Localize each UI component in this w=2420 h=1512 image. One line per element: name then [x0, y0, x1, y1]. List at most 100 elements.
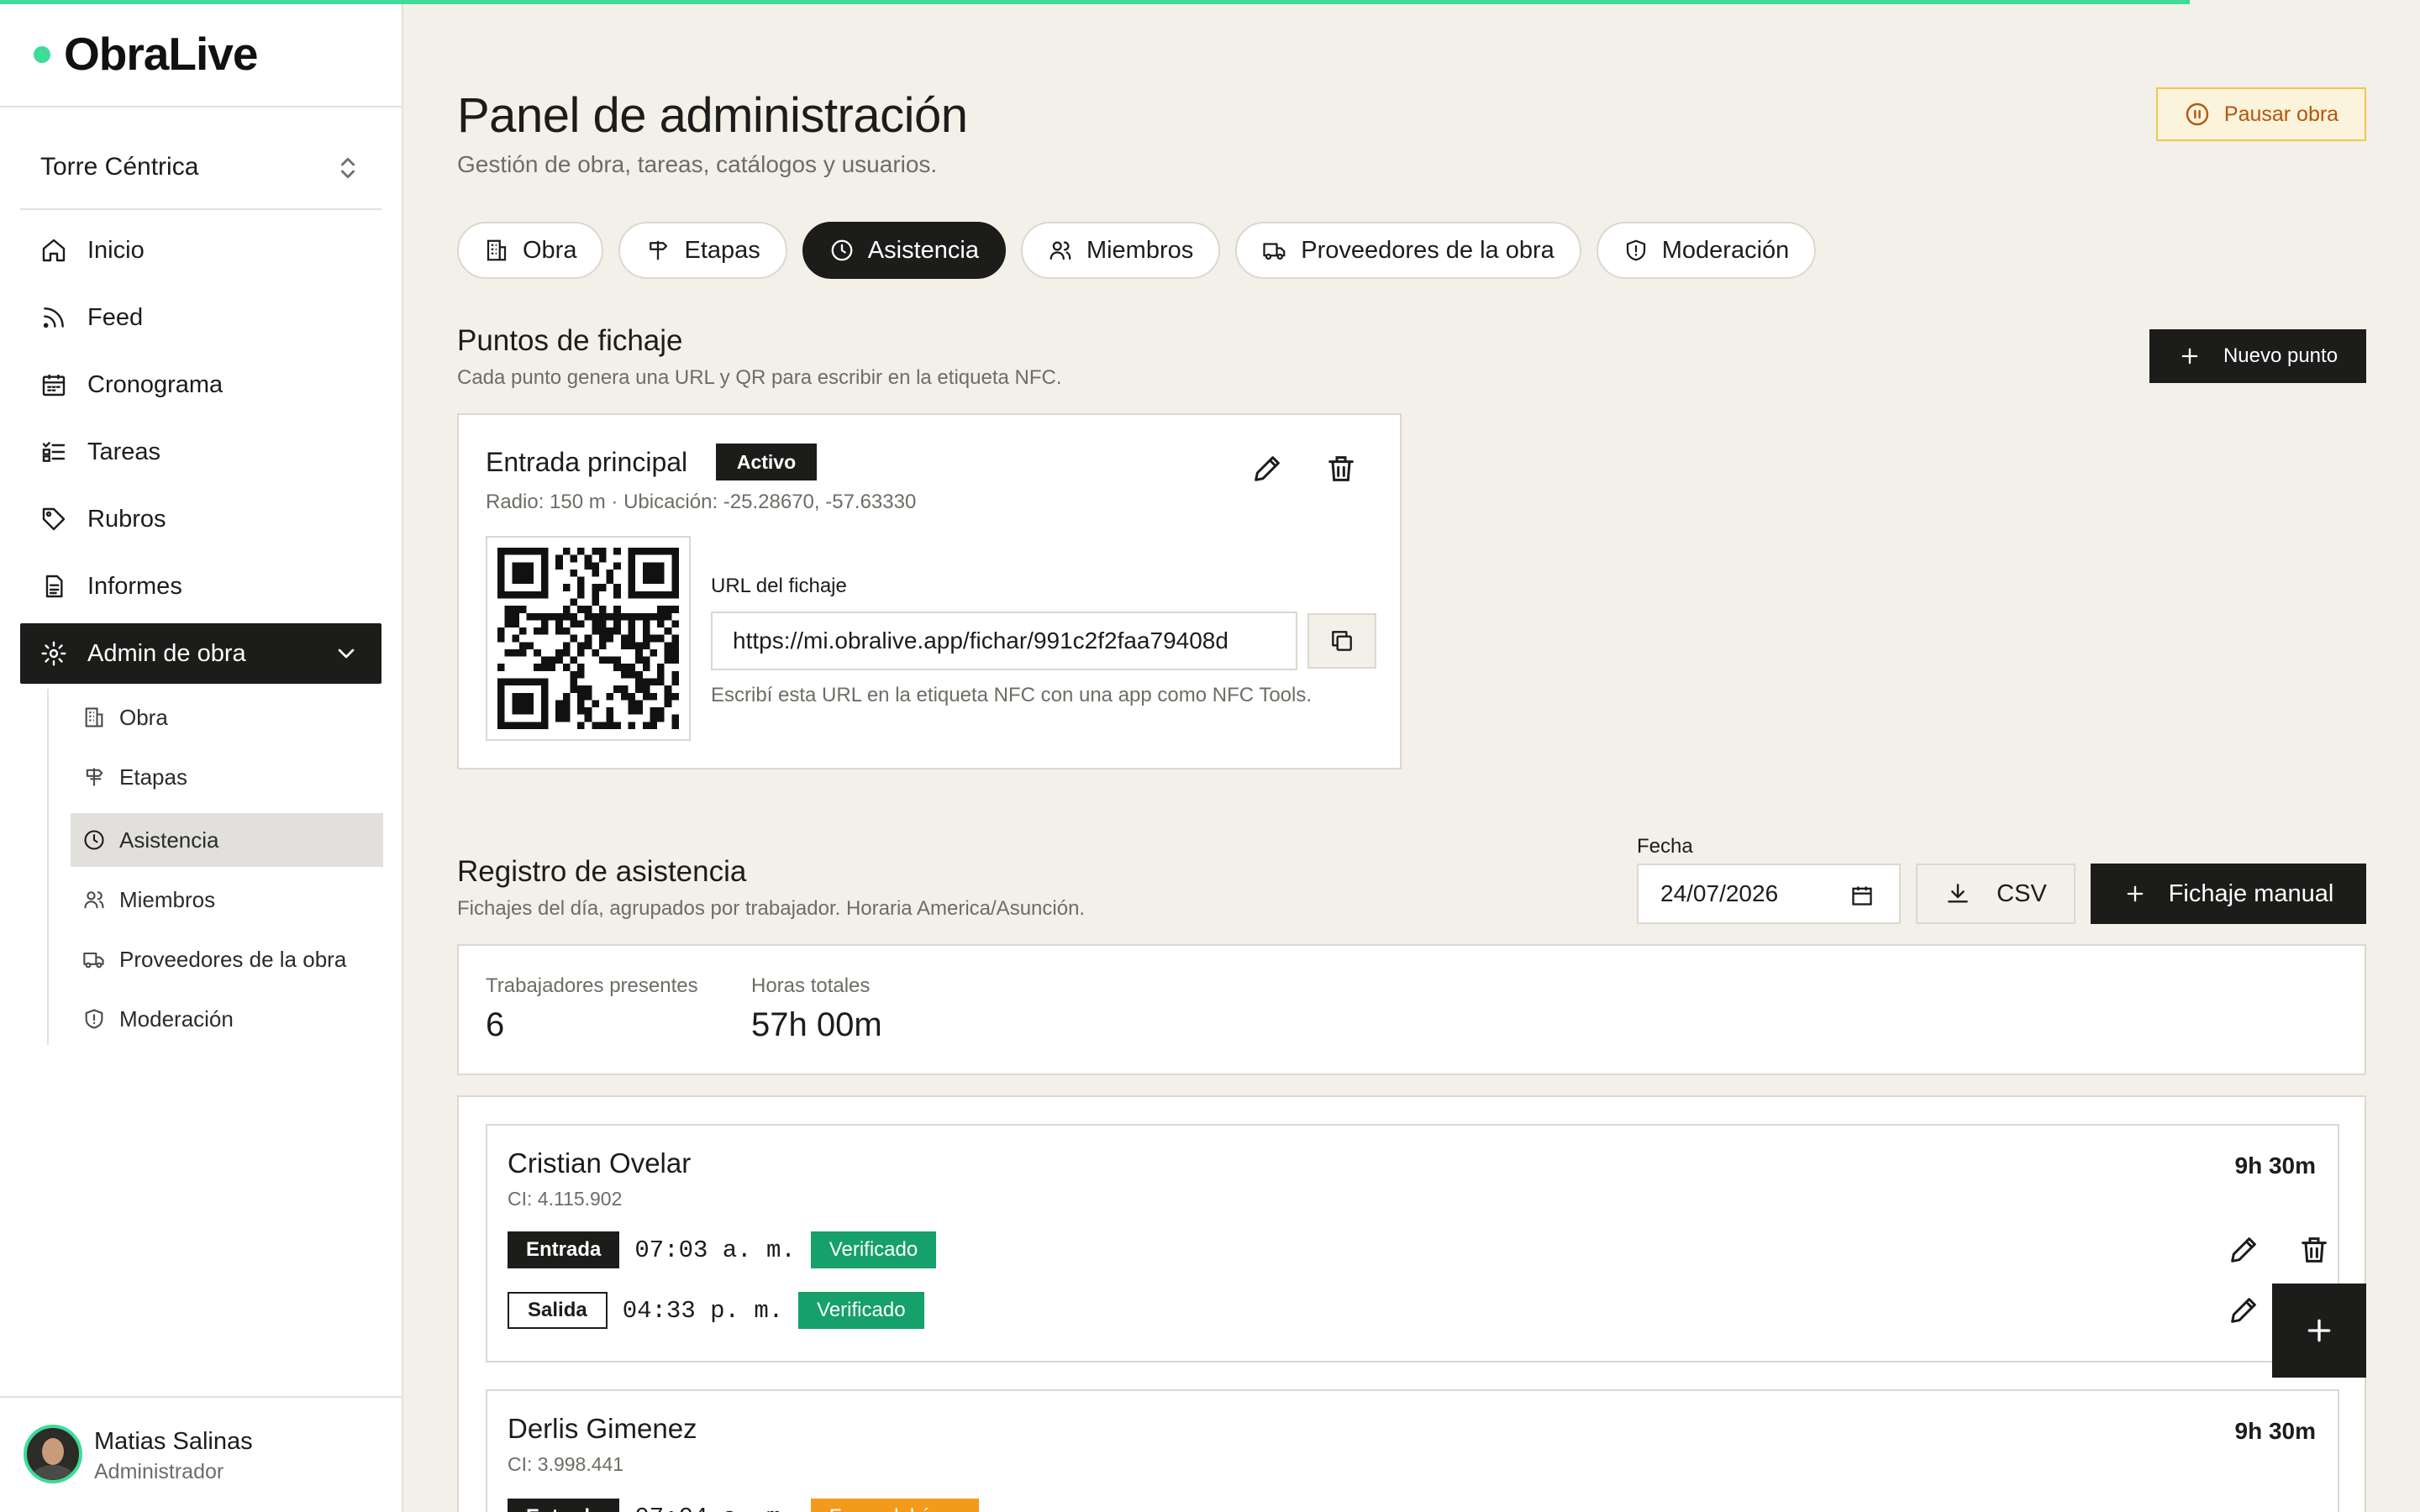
user-profile[interactable]: Matias Salinas Administrador [0, 1396, 402, 1512]
qr-module [613, 562, 621, 570]
sidebar-subitem-miembros[interactable]: Miembros [71, 873, 383, 927]
qr-module [671, 554, 679, 563]
qr-module [598, 612, 607, 621]
edit-icon[interactable] [2227, 1233, 2260, 1267]
qr-module [613, 612, 621, 621]
edit-icon[interactable] [2227, 1294, 2260, 1327]
admin-tabs: Obra Etapas Asistencia Miembros Proveedo… [457, 222, 1817, 279]
tab-asistencia[interactable]: Asistencia [802, 222, 1006, 279]
qr-module [613, 685, 621, 693]
qr-module [497, 700, 505, 708]
qr-module [584, 554, 592, 563]
qr-module [664, 648, 672, 657]
qr-module [555, 648, 563, 657]
qr-module [635, 642, 643, 649]
qr-module [534, 612, 541, 621]
qr-module [548, 664, 556, 671]
qr-module [534, 664, 541, 671]
qr-module [657, 670, 665, 679]
sidebar-item-informes[interactable]: Informes [20, 556, 381, 617]
qr-module [664, 692, 672, 701]
qr-module [540, 692, 549, 701]
qr-module [577, 685, 585, 693]
qr-module [584, 642, 592, 649]
page-progress-bar [0, 0, 2191, 4]
tab-moderacion[interactable]: Moderación [1596, 222, 1817, 279]
tab-etapas[interactable]: Etapas [618, 222, 787, 279]
qr-module [598, 620, 607, 628]
tab-label: Asistencia [867, 236, 979, 264]
qr-module [642, 642, 650, 649]
qr-module [598, 722, 607, 729]
qr-module [518, 642, 527, 649]
floating-add-button[interactable] [2272, 1284, 2366, 1378]
trash-icon[interactable] [2297, 1233, 2331, 1267]
tab-obra[interactable]: Obra [457, 222, 604, 279]
sidebar-item-inicio[interactable]: Inicio [20, 220, 381, 281]
sidebar-subnav: Obra Etapas Asistencia Miembros Proveedo… [47, 689, 383, 1046]
qr-module [555, 700, 563, 708]
points-subtitle: Cada punto genera una URL y QR para escr… [457, 366, 1062, 389]
record-row: Entrada 07:04 a. m. Fuera del área [508, 1499, 979, 1512]
qr-module [628, 700, 636, 708]
sidebar-item-rubros[interactable]: Rubros [20, 489, 381, 549]
qr-module [497, 569, 505, 577]
new-point-button[interactable]: Nuevo punto [2149, 329, 2366, 383]
users-icon [1050, 241, 1071, 260]
qr-module [628, 584, 636, 591]
qr-module [650, 714, 658, 722]
sidebar-subitem-label: Etapas [119, 764, 187, 790]
trash-icon[interactable] [1324, 452, 1358, 486]
copy-icon [1332, 631, 1352, 651]
sidebar-item-tareas[interactable]: Tareas [20, 422, 381, 482]
qr-module [628, 591, 636, 599]
sidebar-nav: Inicio Feed Cronograma Tareas Rubros Inf… [20, 220, 381, 690]
csv-export-button[interactable]: CSV [1916, 864, 2075, 924]
qr-module [570, 678, 578, 686]
sidebar-item-admin-de-obra[interactable]: Admin de obra [20, 623, 381, 684]
truck-icon [83, 952, 104, 969]
sidebar-subitem-proveedores[interactable]: Proveedores de la obra [71, 932, 383, 986]
qr-module [497, 548, 505, 555]
qr-module [577, 664, 585, 671]
sidebar-item-label: Cronograma [87, 370, 224, 398]
logo[interactable]: ObraLive [0, 0, 402, 108]
manual-checkin-button[interactable]: Fichaje manual [2091, 864, 2366, 924]
qr-module [650, 569, 658, 577]
record-row: Salida 04:33 p. m. Verificado [508, 1292, 924, 1329]
sidebar-item-feed[interactable]: Feed [20, 287, 381, 348]
qr-module [628, 692, 636, 701]
tab-proveedores[interactable]: Proveedores de la obra [1235, 222, 1581, 279]
qr-module [512, 648, 519, 657]
sidebar-item-label: Informes [87, 572, 182, 600]
qr-module [497, 685, 505, 693]
qr-module [642, 576, 650, 585]
sidebar-subitem-etapas[interactable]: Etapas [71, 750, 383, 804]
qr-module [584, 606, 592, 613]
qr-module [657, 707, 665, 715]
qr-module [526, 548, 534, 555]
project-selector[interactable]: Torre Céntrica [20, 126, 381, 210]
qr-module [540, 714, 549, 722]
url-field[interactable] [711, 612, 1297, 670]
qr-module [584, 707, 592, 715]
edit-icon[interactable] [1250, 452, 1284, 486]
qr-module [592, 548, 599, 555]
tab-miembros[interactable]: Miembros [1020, 222, 1221, 279]
qr-module [628, 620, 636, 628]
qr-module [620, 692, 629, 701]
sidebar-subitem-moderacion[interactable]: Moderación [71, 992, 383, 1046]
qr-module [562, 584, 571, 591]
qr-module [620, 670, 629, 679]
sidebar-subitem-asistencia[interactable]: Asistencia [71, 813, 383, 867]
qr-module [512, 576, 519, 585]
sidebar-item-cronograma[interactable]: Cronograma [20, 354, 381, 415]
date-input[interactable]: 24/07/2026 [1637, 864, 1901, 924]
sidebar-subitem-obra[interactable]: Obra [71, 690, 383, 744]
date-value: 24/07/2026 [1660, 880, 1779, 906]
pause-button[interactable]: Pausar obra [2156, 87, 2366, 141]
copy-button[interactable] [1307, 613, 1376, 669]
calendar-icon[interactable] [1850, 884, 1874, 907]
main-content: Panel de administración Gestión de obra,… [403, 0, 2420, 1512]
qr-module [598, 634, 607, 643]
